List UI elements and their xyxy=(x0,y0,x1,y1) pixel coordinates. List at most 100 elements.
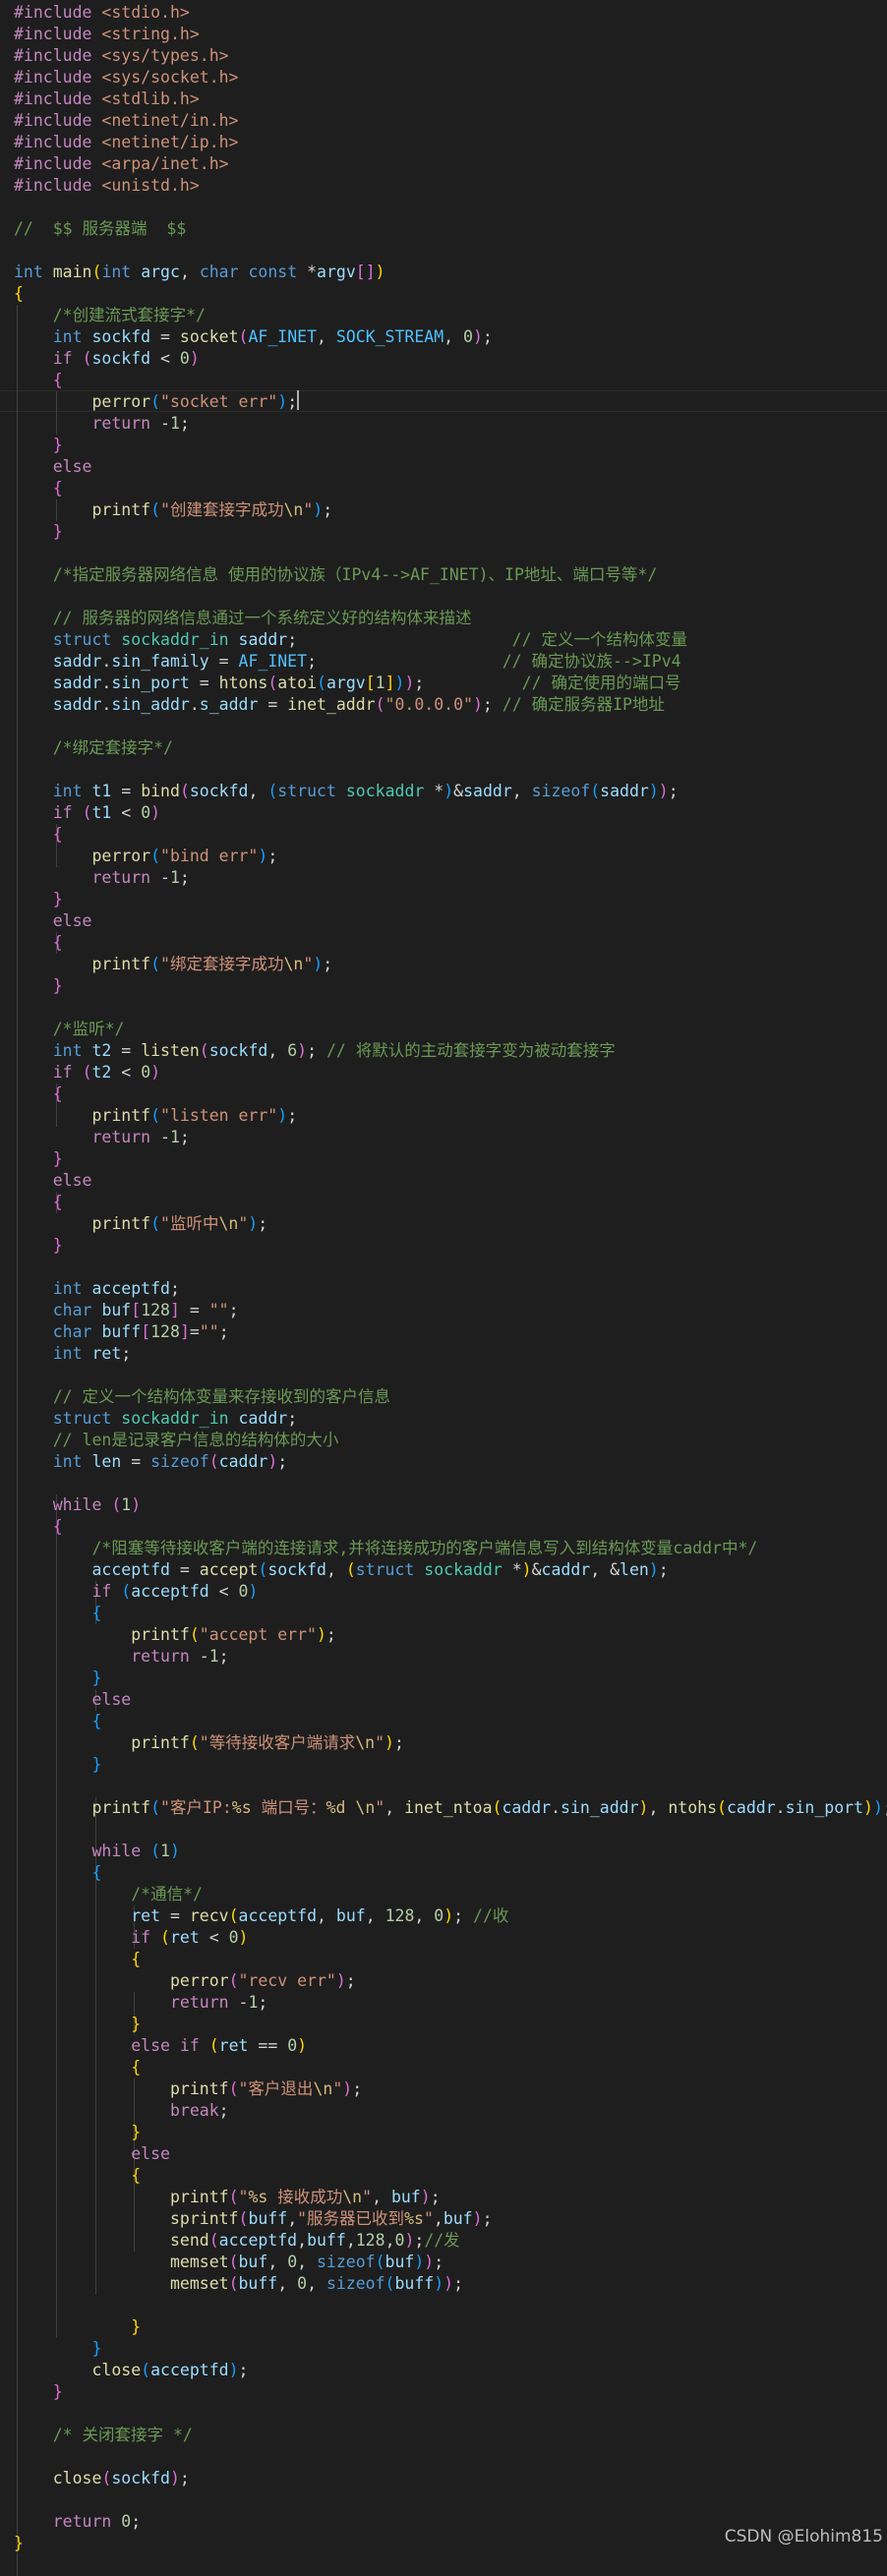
code-line[interactable]: #include <netinet/ip.h> xyxy=(14,132,239,153)
code-line[interactable]: { xyxy=(14,1192,63,1213)
code-line[interactable]: #include <sys/socket.h> xyxy=(14,67,239,88)
code-line[interactable]: int t1 = bind(sockfd, (struct sockaddr *… xyxy=(14,781,679,802)
code-line[interactable]: #include <stdio.h> xyxy=(14,2,190,24)
code-line[interactable]: ret = recv(acceptfd, buf, 128, 0); //收 xyxy=(14,1905,508,1927)
code-line[interactable]: while (1) xyxy=(14,1841,179,1862)
code-line[interactable]: // len是记录客户信息的结构体的大小 xyxy=(14,1430,339,1451)
code-line[interactable]: { xyxy=(14,2165,141,2187)
code-line[interactable]: #include <string.h> xyxy=(14,24,200,45)
code-line[interactable]: if (sockfd < 0) xyxy=(14,348,200,370)
code-line[interactable]: { xyxy=(14,478,63,499)
code-line[interactable]: { xyxy=(14,1516,63,1538)
code-line[interactable]: else xyxy=(14,1170,92,1192)
code-line[interactable]: } xyxy=(14,1668,101,1689)
code-line[interactable]: if (acceptfd < 0) xyxy=(14,1581,258,1603)
code-line[interactable]: if (ret < 0) xyxy=(14,1927,248,1949)
code-line[interactable]: printf("等待接收客户端请求\n"); xyxy=(14,1732,404,1754)
code-line[interactable]: // 定义一个结构体变量来存接收到的客户信息 xyxy=(14,1386,390,1408)
code-line[interactable]: printf("listen err"); xyxy=(14,1105,297,1127)
code-line[interactable]: } xyxy=(14,2316,141,2338)
code-line[interactable]: } xyxy=(14,2533,24,2554)
code-line[interactable]: { xyxy=(14,283,24,305)
code-line[interactable]: printf("客户IP:%s 端口号：%d \n", inet_ntoa(ca… xyxy=(14,1797,887,1819)
code-line[interactable]: else xyxy=(14,456,92,478)
code-line[interactable]: if (t1 < 0) xyxy=(14,802,160,824)
code-line[interactable]: { xyxy=(14,1603,101,1624)
code-line[interactable]: char buf[128] = ""; xyxy=(14,1300,239,1321)
code-line[interactable]: int t2 = listen(sockfd, 6); // 将默认的主动套接字… xyxy=(14,1040,616,1062)
code-line[interactable]: if (t2 < 0) xyxy=(14,1062,160,1083)
code-line[interactable]: // 服务器的网络信息通过一个系统定义好的结构体来描述 xyxy=(14,608,472,629)
code-line[interactable]: int ret; xyxy=(14,1343,132,1365)
code-line[interactable]: } xyxy=(14,2014,141,2035)
code-line[interactable]: int acceptfd; xyxy=(14,1278,180,1300)
code-line[interactable]: int sockfd = socket(AF_INET, SOCK_STREAM… xyxy=(14,326,493,348)
code-line[interactable]: { xyxy=(14,1949,141,1970)
code-line[interactable]: perror("socket err"); xyxy=(14,391,297,413)
code-line[interactable]: saddr.sin_family = AF_INET; // 确定协议族-->I… xyxy=(14,651,681,673)
code-line[interactable]: } xyxy=(14,975,63,997)
code-line[interactable]: memset(buff, 0, sizeof(buff)); xyxy=(14,2273,463,2295)
code-line[interactable]: } xyxy=(14,435,63,456)
code-line[interactable]: struct sockaddr_in caddr; xyxy=(14,1408,297,1430)
code-line[interactable]: { xyxy=(14,2057,141,2078)
code-line[interactable]: printf("accept err"); xyxy=(14,1624,336,1646)
code-line[interactable]: // $$ 服务器端 $$ xyxy=(14,218,186,240)
code-line[interactable]: } xyxy=(14,2122,141,2143)
code-line[interactable]: #include <unistd.h> xyxy=(14,175,200,197)
code-line[interactable]: printf("客户退出\n"); xyxy=(14,2078,362,2100)
code-line[interactable]: } xyxy=(14,1754,101,1776)
code-line[interactable]: close(sockfd); xyxy=(14,2468,190,2489)
code-line[interactable]: return -1; xyxy=(14,1646,228,1668)
code-line[interactable]: sprintf(buff,"服务器已收到%s",buf); xyxy=(14,2208,493,2230)
code-line[interactable]: return -1; xyxy=(14,413,189,435)
code-line[interactable]: #include <netinet/in.h> xyxy=(14,110,239,132)
code-line[interactable]: printf("绑定套接字成功\n"); xyxy=(14,954,332,975)
code-line[interactable]: /*监听*/ xyxy=(14,1019,125,1040)
code-line[interactable]: #include <arpa/inet.h> xyxy=(14,153,229,175)
code-line[interactable]: #include <sys/types.h> xyxy=(14,45,229,67)
code-line[interactable]: while (1) xyxy=(14,1494,141,1516)
code-line[interactable]: else xyxy=(14,2143,170,2165)
code-line[interactable]: saddr.sin_port = htons(atoi(argv[1])); /… xyxy=(14,673,681,694)
code-line[interactable]: { xyxy=(14,932,63,954)
code-line[interactable]: char buff[128]=""; xyxy=(14,1321,229,1343)
code-line[interactable]: } xyxy=(14,1235,63,1257)
code-line[interactable]: { xyxy=(14,1711,101,1732)
code-line[interactable]: /*绑定套接字*/ xyxy=(14,737,173,759)
code-line[interactable]: return -1; xyxy=(14,867,189,889)
code-line[interactable]: { xyxy=(14,370,63,391)
code-line[interactable]: else if (ret == 0) xyxy=(14,2035,307,2057)
code-line[interactable]: #include <stdlib.h> xyxy=(14,88,200,110)
code-line[interactable]: { xyxy=(14,824,63,846)
code-line[interactable]: /* 关闭套接字 */ xyxy=(14,2425,193,2446)
code-line[interactable]: acceptfd = accept(sockfd, (struct sockad… xyxy=(14,1559,668,1581)
code-editor[interactable]: #include <stdio.h> #include <string.h> #in… xyxy=(0,0,887,2576)
code-line[interactable]: printf("%s 接收成功\n", buf); xyxy=(14,2187,441,2208)
code-line[interactable]: return -1; xyxy=(14,1127,189,1148)
code-line[interactable]: printf("监听中\n"); xyxy=(14,1213,267,1235)
code-line[interactable]: /*创建流式套接字*/ xyxy=(14,305,206,326)
code-line[interactable]: /*指定服务器网络信息 使用的协议族（IPv4-->AF_INET)、IP地址、… xyxy=(14,564,658,586)
code-line[interactable]: memset(buf, 0, sizeof(buf)); xyxy=(14,2252,444,2273)
code-line[interactable]: struct sockaddr_in saddr; // 定义一个结构体变量 xyxy=(14,629,687,651)
code-line[interactable]: printf("创建套接字成功\n"); xyxy=(14,499,332,521)
code-line[interactable]: perror("bind err"); xyxy=(14,846,277,867)
code-line[interactable]: return 0; xyxy=(14,2511,141,2533)
code-line[interactable]: send(acceptfd,buff,128,0);//发 xyxy=(14,2230,460,2252)
code-line[interactable]: perror("recv err"); xyxy=(14,1970,356,1992)
code-line[interactable]: saddr.sin_addr.s_addr = inet_addr("0.0.0… xyxy=(14,694,665,716)
code-line[interactable]: } xyxy=(14,521,63,543)
code-line[interactable]: } xyxy=(14,889,63,910)
code-line[interactable]: int len = sizeof(caddr); xyxy=(14,1451,287,1473)
code-line[interactable]: break; xyxy=(14,2100,229,2122)
code-line[interactable]: } xyxy=(14,1148,63,1170)
code-line[interactable]: /*通信*/ xyxy=(14,1884,203,1905)
code-line[interactable]: { xyxy=(14,1862,101,1884)
code-line[interactable]: int main(int argc, char const *argv[]) xyxy=(14,262,385,283)
code-line[interactable]: } xyxy=(14,2338,101,2360)
code-line[interactable]: else xyxy=(14,910,92,932)
code-line[interactable]: { xyxy=(14,1083,63,1105)
code-line[interactable]: else xyxy=(14,1689,131,1711)
code-line[interactable]: return -1; xyxy=(14,1992,267,2014)
